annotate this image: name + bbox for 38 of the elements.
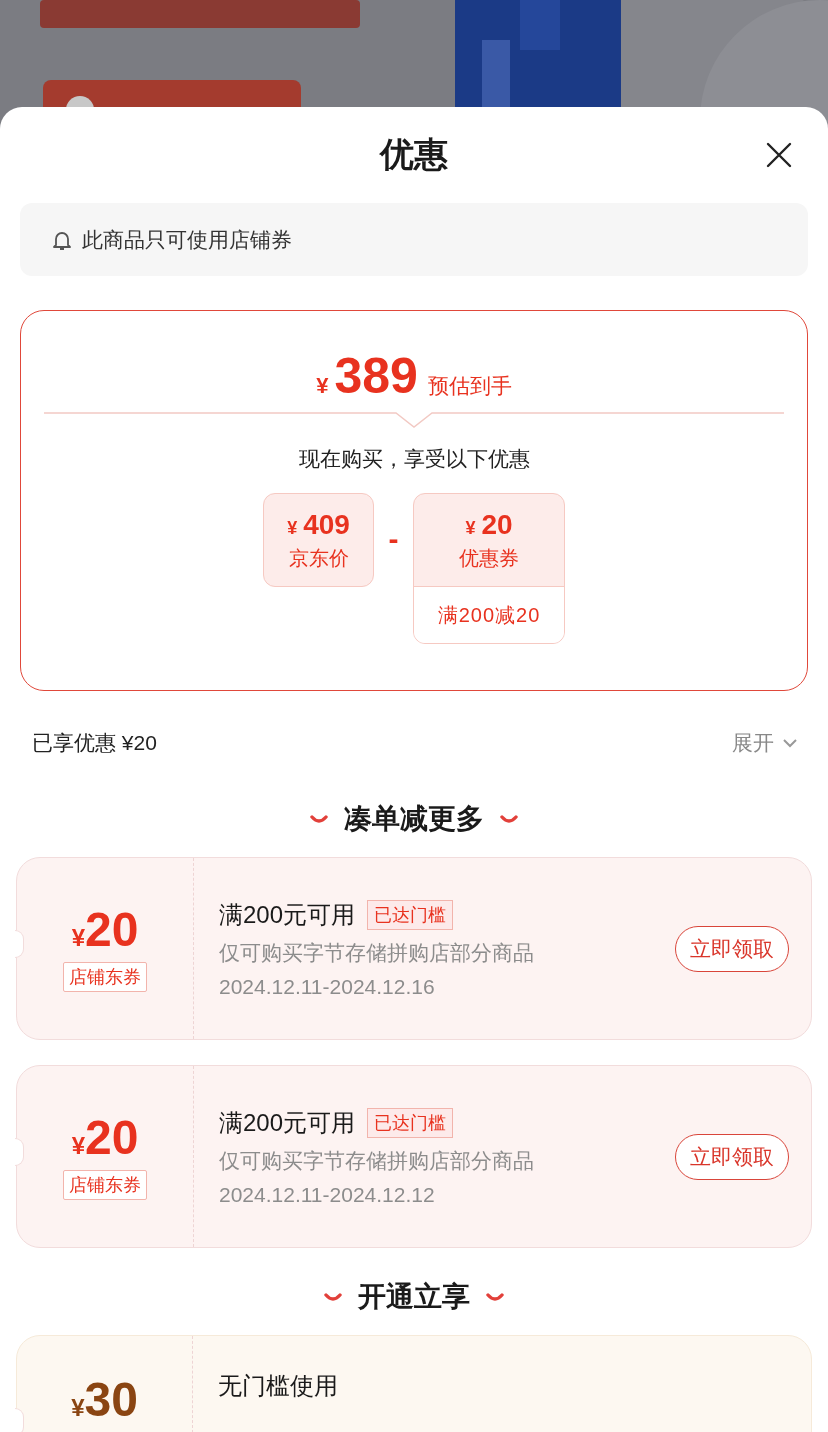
coupon-title: 满200元可用 [219, 1107, 356, 1138]
validity-dates: 2024.12.11-2024.12.12 [219, 1182, 436, 1207]
close-icon [766, 142, 792, 168]
coupon-type-tag: 店铺东券 [63, 1169, 147, 1200]
minus-sign: - [387, 521, 400, 557]
coupon-type-tag: 店铺东券 [63, 961, 147, 992]
coupon-amount: ¥20 [71, 905, 139, 954]
discount-total: 已享优惠 ¥20 [32, 730, 157, 756]
smile-mark-icon [500, 813, 518, 825]
amount: ¥ 409 [287, 508, 350, 541]
smile-mark-icon [310, 813, 328, 825]
coupon-condition: 满200减20 [414, 586, 564, 643]
sheet-title: 优惠 [380, 134, 448, 175]
summary-subtitle: 现在购买，享受以下优惠 [298, 446, 530, 472]
close-button[interactable] [766, 142, 792, 168]
status-tag: 已达门槛 [367, 1107, 454, 1138]
coupon-title: 无门槛使用 [218, 1371, 338, 1401]
status-tag: 已达门槛 [367, 899, 454, 930]
validity-dates: 2024.12.11-2024.12.16 [219, 974, 436, 999]
smile-mark-icon [324, 1291, 342, 1303]
coupon-title: 满200元可用 [219, 899, 356, 930]
coupon-amount: ¥30 [71, 1376, 138, 1424]
notice-text: 此商品只可使用店铺券 [82, 226, 292, 253]
coupon-scope: 仅可购买字节存储拼购店部分商品 [219, 939, 535, 966]
expand-toggle[interactable]: 展开 [732, 729, 798, 757]
amount-label: 京东价 [288, 545, 349, 571]
price-note: 预估到手 [427, 373, 512, 399]
estimated-price: 389 [334, 347, 418, 405]
smile-mark-icon [486, 1291, 504, 1303]
amount-label: 优惠券 [459, 545, 519, 571]
amount: ¥ 20 [465, 508, 513, 541]
coupon-amount: ¥20 [71, 1113, 139, 1162]
claim-button[interactable]: 立即领取 [675, 925, 789, 972]
coupon-scope: 仅可购买字节存储拼购店部分商品 [219, 1147, 535, 1174]
section-heading: 凑单减更多 [344, 802, 484, 836]
claim-button[interactable]: 立即领取 [675, 1133, 789, 1180]
section-heading: 开通立享 [358, 1280, 470, 1314]
currency-symbol: ¥ [316, 373, 329, 399]
